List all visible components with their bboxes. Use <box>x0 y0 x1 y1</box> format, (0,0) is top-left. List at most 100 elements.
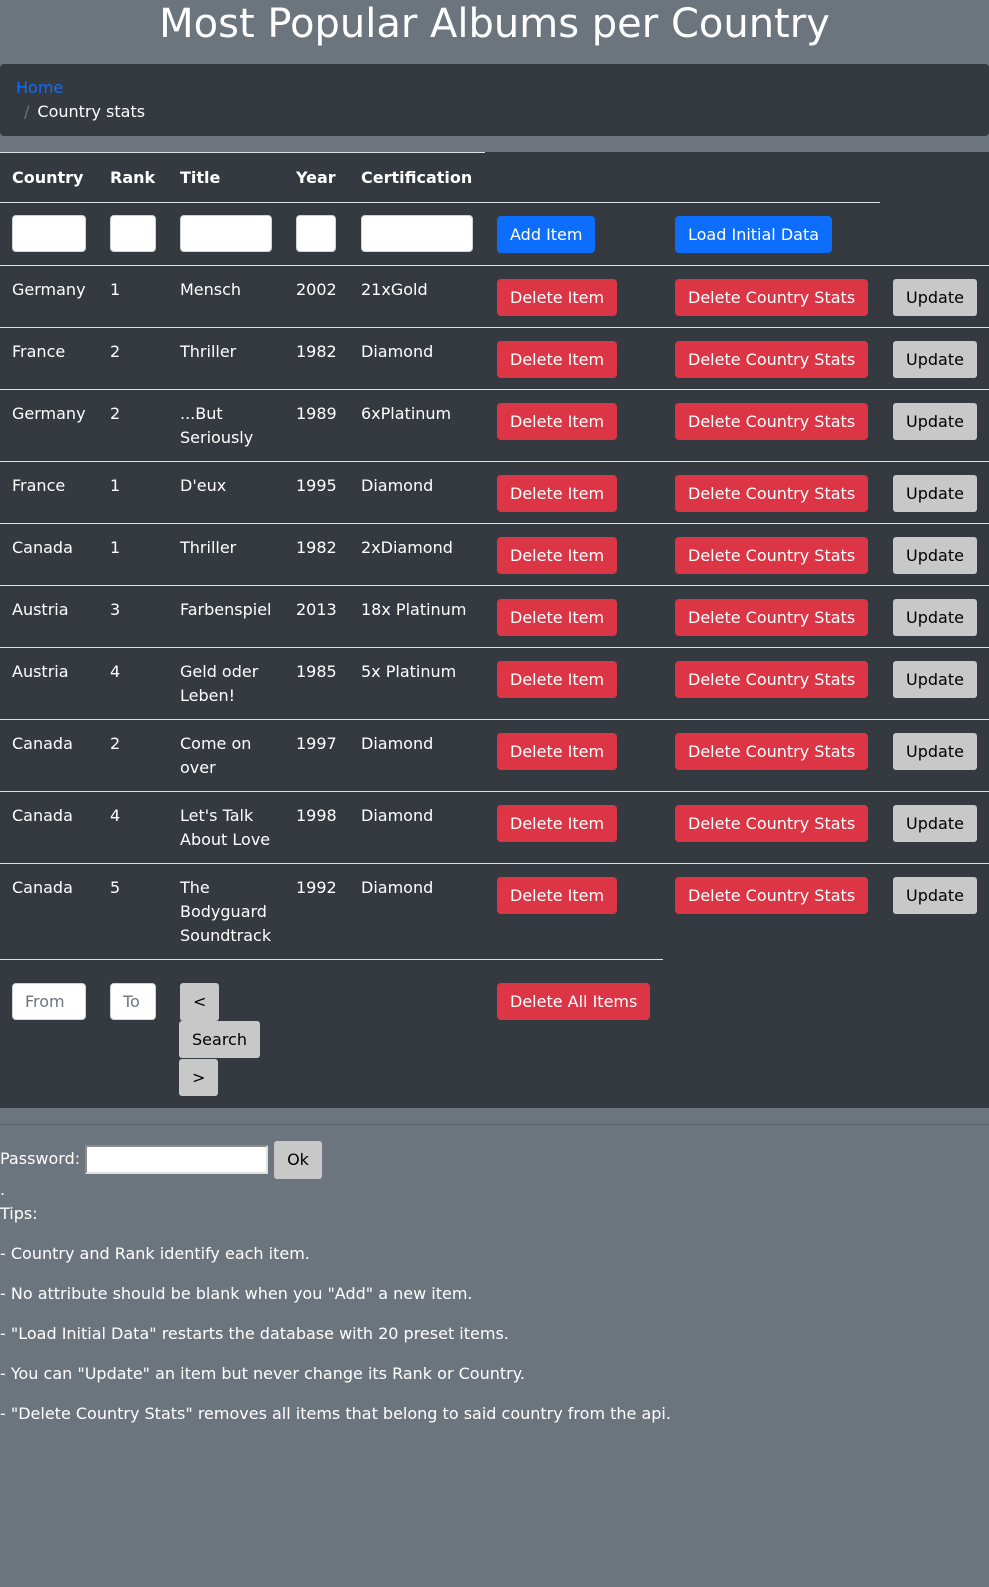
update-button[interactable]: Update <box>893 733 977 770</box>
cell-country: Canada <box>12 538 73 557</box>
new-country-input[interactable] <box>12 215 86 252</box>
delete-country-stats-button[interactable]: Delete Country Stats <box>675 475 868 512</box>
password-input[interactable] <box>85 1145 268 1174</box>
update-button[interactable]: Update <box>893 661 977 698</box>
delete-country-stats-button[interactable]: Delete Country Stats <box>675 599 868 636</box>
cell-rank: 2 <box>110 404 121 423</box>
previous-page-button[interactable]: < <box>180 983 219 1021</box>
breadcrumb-current-item: / Country stats <box>16 100 973 124</box>
cell-title-line: Thriller <box>180 342 237 361</box>
row-divider <box>0 585 989 586</box>
tips-heading: Tips: <box>0 1204 38 1223</box>
delete-item-button[interactable]: Delete Item <box>497 279 617 316</box>
delete-item-button[interactable]: Delete Item <box>497 661 617 698</box>
update-button[interactable]: Update <box>893 475 977 512</box>
cell-title-line: over <box>180 758 216 777</box>
delete-country-stats-button[interactable]: Delete Country Stats <box>675 733 868 770</box>
delete-country-stats-button[interactable]: Delete Country Stats <box>675 805 868 842</box>
cell-rank: 1 <box>110 538 121 557</box>
new-certification-input[interactable] <box>361 215 473 252</box>
cell-title-line: Thriller <box>180 538 237 557</box>
column-header-rank: Rank <box>110 168 156 187</box>
cell-title-line: ...But <box>180 404 223 423</box>
cell-certification: 18x Platinum <box>361 600 467 619</box>
add-item-button[interactable]: Add Item <box>497 216 595 253</box>
update-button[interactable]: Update <box>893 279 977 316</box>
password-label: Password: <box>0 1149 81 1168</box>
row-divider <box>0 327 989 328</box>
cell-country: Canada <box>12 878 73 897</box>
breadcrumb-separator: / <box>24 102 30 121</box>
breadcrumb-current: Country stats <box>37 102 146 121</box>
cell-certification: Diamond <box>361 734 434 753</box>
tip-item: - "Delete Country Stats" removes all ite… <box>0 1404 671 1423</box>
delete-country-stats-button[interactable]: Delete Country Stats <box>675 279 868 316</box>
cell-country: Canada <box>12 734 73 753</box>
cell-country: Austria <box>12 600 69 619</box>
row-divider <box>0 389 989 390</box>
update-button[interactable]: Update <box>893 537 977 574</box>
breadcrumb: Home / Country stats <box>0 64 989 136</box>
delete-item-button[interactable]: Delete Item <box>497 805 617 842</box>
cell-certification: 5x Platinum <box>361 662 457 681</box>
update-button[interactable]: Update <box>893 877 977 914</box>
breadcrumb-home-link[interactable]: Home <box>16 76 973 100</box>
delete-country-stats-button[interactable]: Delete Country Stats <box>675 661 868 698</box>
load-initial-data-button[interactable]: Load Initial Data <box>675 216 832 253</box>
delete-country-stats-button[interactable]: Delete Country Stats <box>675 537 868 574</box>
delete-item-button[interactable]: Delete Item <box>497 475 617 512</box>
cell-rank: 4 <box>110 662 121 681</box>
new-year-input[interactable] <box>296 215 336 252</box>
cell-year: 1982 <box>296 342 337 361</box>
column-header-year: Year <box>296 168 336 187</box>
row-divider <box>0 461 989 462</box>
cell-title-line: D'eux <box>180 476 227 495</box>
ok-button[interactable]: Ok <box>274 1141 322 1179</box>
header-top-border <box>0 152 485 153</box>
cell-certification: Diamond <box>361 878 434 897</box>
update-button[interactable]: Update <box>893 341 977 378</box>
cell-title-line: About Love <box>180 830 271 849</box>
delete-item-button[interactable]: Delete Item <box>497 341 617 378</box>
delete-all-items-button[interactable]: Delete All Items <box>497 983 650 1020</box>
delete-country-stats-button[interactable]: Delete Country Stats <box>675 877 868 914</box>
update-button[interactable]: Update <box>893 403 977 440</box>
to-input[interactable] <box>110 983 156 1020</box>
cell-year: 1985 <box>296 662 337 681</box>
search-button[interactable]: Search <box>179 1021 260 1058</box>
cell-rank: 4 <box>110 806 121 825</box>
header-bottom-border <box>0 202 880 203</box>
from-input[interactable] <box>12 983 86 1020</box>
cell-title-line: Farbenspiel <box>180 600 272 619</box>
cell-country: Canada <box>12 806 73 825</box>
cell-certification: 6xPlatinum <box>361 404 452 423</box>
update-button[interactable]: Update <box>893 599 977 636</box>
cell-year: 1989 <box>296 404 337 423</box>
cell-year: 1998 <box>296 806 337 825</box>
new-rank-input[interactable] <box>110 215 156 252</box>
column-header-certification: Certification <box>361 168 473 187</box>
cell-year: 1997 <box>296 734 337 753</box>
delete-item-button[interactable]: Delete Item <box>497 733 617 770</box>
cell-country: Germany <box>12 280 86 299</box>
delete-item-button[interactable]: Delete Item <box>497 599 617 636</box>
cell-title-line: Mensch <box>180 280 242 299</box>
row-divider <box>0 647 989 648</box>
cell-title: D'eux <box>180 474 226 498</box>
delete-country-stats-button[interactable]: Delete Country Stats <box>675 341 868 378</box>
delete-item-button[interactable]: Delete Item <box>497 877 617 914</box>
delete-country-stats-button[interactable]: Delete Country Stats <box>675 403 868 440</box>
cell-certification: Diamond <box>361 476 434 495</box>
new-title-input[interactable] <box>180 215 272 252</box>
cell-year: 1982 <box>296 538 337 557</box>
page-title: Most Popular Albums per Country <box>159 1 830 47</box>
delete-item-button[interactable]: Delete Item <box>497 403 617 440</box>
column-header-title: Title <box>180 168 221 187</box>
cell-rank: 3 <box>110 600 121 619</box>
update-button[interactable]: Update <box>893 805 977 842</box>
cell-year: 1992 <box>296 878 337 897</box>
next-page-button[interactable]: > <box>179 1059 218 1096</box>
delete-item-button[interactable]: Delete Item <box>497 537 617 574</box>
cell-title-line: Geld oder <box>180 662 259 681</box>
column-header-country: Country <box>12 168 84 187</box>
